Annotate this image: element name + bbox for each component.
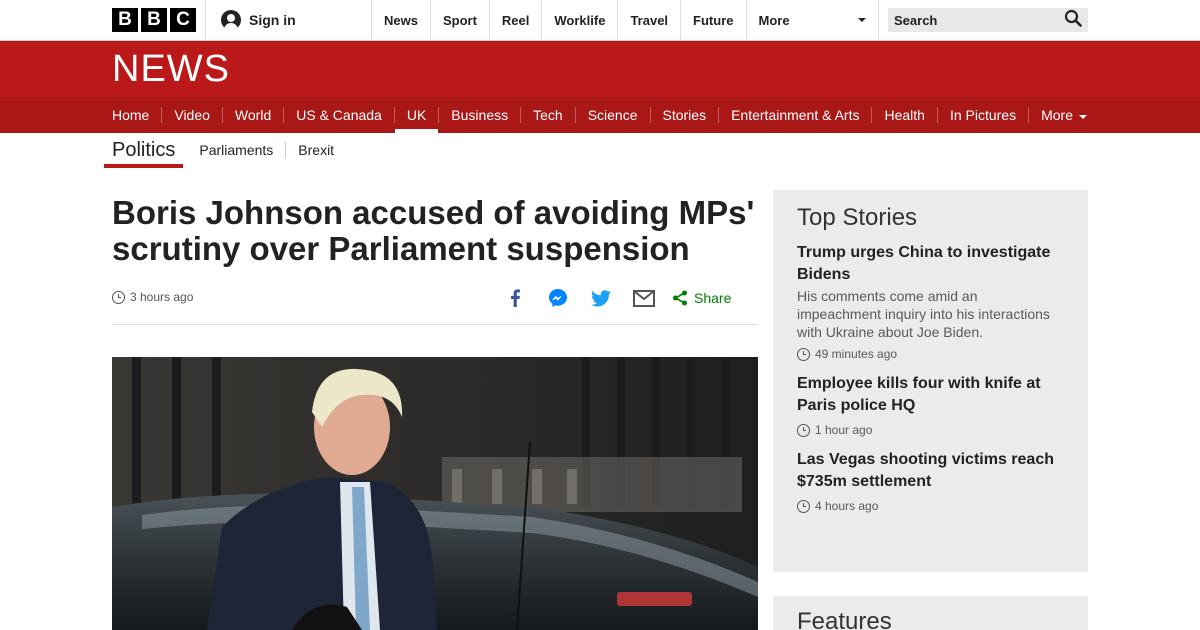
clock-icon [797, 499, 810, 513]
global-header: B B C Sign in News Sport Reel Worklife T… [0, 0, 1200, 41]
top-story[interactable]: Trump urges China to investigate Bidens … [797, 242, 1064, 361]
article-headline: Boris Johnson accused of avoiding MPs' s… [112, 194, 755, 267]
politics-subnav: Politics Parliaments Brexit [104, 137, 346, 168]
news-masthead: NEWS [0, 41, 1200, 97]
subnav-brexit[interactable]: Brexit [285, 142, 346, 158]
share-tools: Share [500, 286, 731, 310]
top-story-ago: 1 hour ago [815, 423, 873, 437]
article-timestamp: 3 hours ago [112, 290, 193, 304]
top-story-title[interactable]: Las Vegas shooting victims reach $735m s… [797, 449, 1064, 493]
section-nav-world[interactable]: World [221, 107, 283, 123]
global-nav-news[interactable]: News [371, 0, 430, 40]
section-nav-science[interactable]: Science [574, 107, 650, 123]
sign-in-button[interactable]: Sign in [205, 0, 371, 40]
share-button[interactable]: Share [672, 290, 731, 306]
top-story-time: 1 hour ago [797, 423, 1064, 437]
global-nav-more-label: More [758, 12, 790, 28]
clock-icon [797, 423, 810, 437]
section-nav-more-label: More [1041, 107, 1073, 123]
section-nav-home[interactable]: Home [100, 107, 161, 123]
article-hero-image [112, 357, 758, 630]
global-nav-sport[interactable]: Sport [429, 0, 489, 40]
global-nav-worklife[interactable]: Worklife [541, 0, 617, 40]
section-nav: Home Video World US & Canada UK Business… [0, 97, 1200, 133]
caret-down-icon [1079, 114, 1087, 119]
top-story-time: 49 minutes ago [797, 347, 1064, 361]
logo-letter: C [170, 8, 196, 32]
subnav-politics[interactable]: Politics [104, 137, 184, 168]
bbc-logo[interactable]: B B C [112, 8, 196, 32]
section-nav-more[interactable]: More [1028, 107, 1099, 123]
section-nav-tech[interactable]: Tech [520, 107, 575, 123]
global-nav-future[interactable]: Future [680, 0, 745, 40]
caret-down-icon [857, 18, 866, 22]
features-panel: Features [773, 596, 1088, 630]
features-title: Features [797, 608, 892, 630]
section-nav-us-canada[interactable]: US & Canada [283, 107, 394, 123]
global-nav-reel[interactable]: Reel [488, 0, 541, 40]
section-nav-uk[interactable]: UK [393, 107, 439, 133]
share-icon [673, 290, 687, 306]
global-nav-travel[interactable]: Travel [617, 0, 680, 40]
search-box [888, 8, 1088, 32]
facebook-icon[interactable] [500, 286, 530, 310]
top-story-title[interactable]: Trump urges China to investigate Bidens [797, 242, 1064, 286]
email-icon[interactable] [629, 286, 659, 310]
logo-letter: B [141, 8, 167, 32]
top-story-title[interactable]: Employee kills four with knife at Paris … [797, 373, 1064, 417]
timestamp-text: 3 hours ago [130, 290, 194, 304]
share-label: Share [694, 290, 732, 306]
news-logo[interactable]: NEWS [112, 50, 230, 88]
top-stories-title: Top Stories [797, 204, 918, 231]
top-story-ago: 49 minutes ago [815, 347, 898, 361]
top-story[interactable]: Las Vegas shooting victims reach $735m s… [797, 449, 1064, 513]
top-stories-panel: Top Stories Trump urges China to investi… [773, 190, 1088, 572]
search-input[interactable] [894, 12, 1044, 28]
subnav-parliaments[interactable]: Parliaments [183, 142, 285, 158]
divider [112, 324, 757, 325]
logo-letter: B [112, 8, 138, 32]
section-nav-stories[interactable]: Stories [649, 107, 719, 123]
top-story[interactable]: Employee kills four with knife at Paris … [797, 373, 1064, 437]
user-icon [221, 10, 241, 30]
section-nav-entertainment-arts[interactable]: Entertainment & Arts [718, 107, 871, 123]
messenger-icon[interactable] [543, 286, 573, 310]
sign-in-label: Sign in [249, 12, 296, 28]
top-story-summary: His comments come amid an impeachment in… [797, 288, 1050, 340]
section-nav-in-pictures[interactable]: In Pictures [936, 107, 1028, 123]
twitter-icon[interactable] [586, 286, 616, 310]
section-nav-health[interactable]: Health [871, 107, 936, 123]
clock-icon [112, 290, 125, 304]
global-nav: News Sport Reel Worklife Travel Future M… [371, 0, 879, 40]
top-story-time: 4 hours ago [797, 499, 1064, 513]
section-nav-business[interactable]: Business [438, 107, 520, 123]
global-nav-more[interactable]: More [745, 0, 879, 40]
top-story-ago: 4 hours ago [815, 499, 879, 513]
clock-icon [797, 347, 810, 361]
section-nav-video[interactable]: Video [161, 107, 222, 123]
search-icon[interactable] [1064, 9, 1082, 32]
